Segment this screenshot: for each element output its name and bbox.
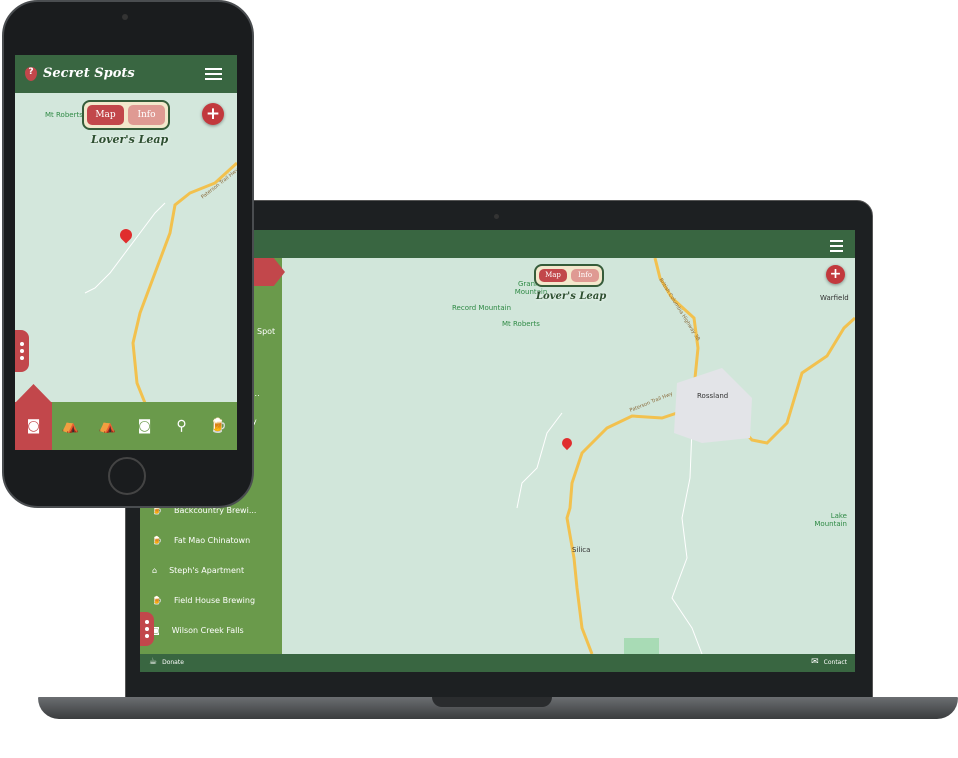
tent-icon[interactable]: ⛺ <box>52 402 89 450</box>
map-label-lake-mountain: Lake Mountain <box>814 512 847 528</box>
category-bar: ◙ ⛺ ⛺ ◙ ⚲ 🍺 <box>15 402 237 450</box>
tent-icon[interactable]: ⛺ <box>89 402 126 450</box>
spot-title: Lover's Leap <box>536 291 607 302</box>
phone-home-button <box>108 457 146 495</box>
laptop-notch <box>432 697 552 707</box>
map-tab[interactable]: Map <box>539 269 567 282</box>
camera-icon[interactable]: ◙ <box>15 402 52 450</box>
map-info-toggle: Map Info <box>82 100 170 130</box>
sidebar-item-label: Wilson Creek Falls <box>171 625 244 635</box>
contact-label: Contact <box>823 658 847 666</box>
fishing-hook-icon[interactable]: ⚲ <box>163 402 200 450</box>
info-tab[interactable]: Info <box>571 269 599 282</box>
app-logo-icon: ? <box>25 67 37 81</box>
beer-icon[interactable]: 🍺 <box>200 402 237 450</box>
sidebar-item[interactable]: ⌂ Steph's Apartment <box>152 555 282 585</box>
donate-label: Donate <box>162 658 184 666</box>
map-roads <box>516 258 855 654</box>
map-label-silica: Silica <box>572 546 591 554</box>
sidebar-item[interactable]: 🍺 Fat Mao Chinatown <box>152 525 282 555</box>
coffee-icon: ☕ <box>149 657 158 667</box>
more-options-button[interactable] <box>140 612 154 646</box>
sidebar-item-label: Steph's Apartment <box>169 565 245 575</box>
map-tab[interactable]: Map <box>87 105 124 125</box>
phone-screen: ? Secret Spots Paterson Trail Hwy Mt Rob… <box>15 55 237 450</box>
laptop-camera <box>494 214 499 219</box>
camera-icon[interactable]: ◙ <box>126 402 163 450</box>
sidebar-item[interactable]: 🍺 Field House Brewing <box>152 585 282 615</box>
add-spot-button[interactable]: + <box>826 265 845 284</box>
map-label-mt-roberts: Mt Roberts <box>45 111 83 119</box>
map-label-rossland: Rossland <box>697 392 729 400</box>
sidebar-item-partial[interactable]: Spot <box>257 316 275 346</box>
info-tab[interactable]: Info <box>128 105 165 125</box>
contact-link[interactable]: ✉ Contact <box>811 657 847 667</box>
app-header: ? Secret Spots <box>15 55 237 93</box>
app-footer: ☕ Donate ✉ Contact <box>140 654 855 672</box>
map-label-mt-roberts: Mt Roberts <box>502 320 540 328</box>
beer-icon: 🍺 <box>152 595 162 605</box>
map-view[interactable]: Record Mountain Granite Mountain Mt Robe… <box>282 258 855 654</box>
phone-camera <box>122 14 128 20</box>
add-spot-button[interactable]: + <box>202 103 224 125</box>
beer-icon: 🍺 <box>152 535 162 545</box>
sidebar-item-label: Field House Brewing <box>173 595 256 605</box>
menu-button[interactable] <box>205 65 222 83</box>
house-icon: ⌂ <box>152 565 158 575</box>
sidebar-list: 🍺 Backcountry Brewi... 🍺 Fat Mao Chinatown… <box>152 495 282 645</box>
donate-link[interactable]: ☕ Donate <box>149 657 184 667</box>
spot-title: Lover's Leap <box>91 133 169 146</box>
map-info-toggle: Map Info <box>534 264 604 287</box>
sidebar-item[interactable]: ◙ Wilson Creek Falls <box>152 615 282 645</box>
app-title: Secret Spots <box>43 66 135 81</box>
map-label-warfield: Warfield <box>820 294 849 302</box>
sidebar-item-label: Fat Mao Chinatown <box>173 535 251 545</box>
envelope-icon: ✉ <box>811 657 819 667</box>
more-options-button[interactable] <box>15 330 29 372</box>
map-label-record-mountain: Record Mountain <box>452 304 512 312</box>
menu-button[interactable] <box>830 237 843 255</box>
